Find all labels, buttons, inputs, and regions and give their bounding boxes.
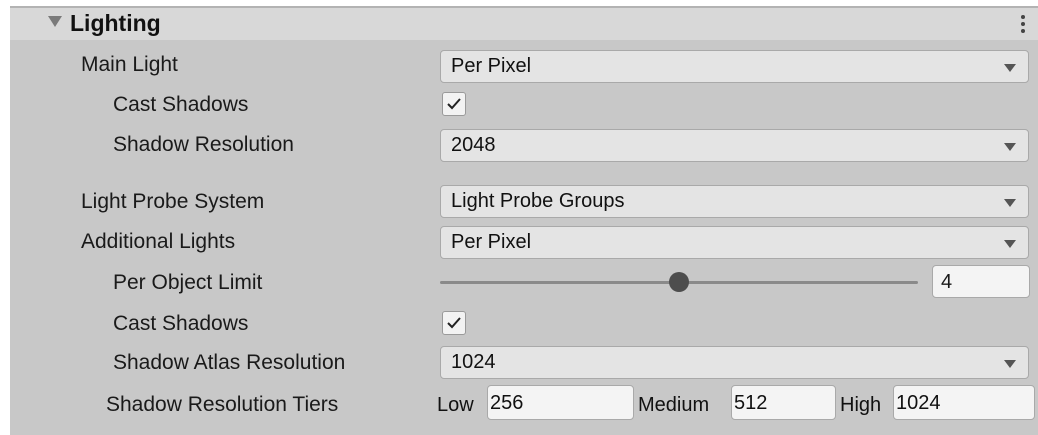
per-object-limit-field[interactable]: 4 xyxy=(932,265,1030,298)
checkmark-icon xyxy=(447,98,461,110)
tier-high-field[interactable]: 1024 xyxy=(893,385,1035,420)
per-object-limit-label: Per Object Limit xyxy=(113,271,263,294)
per-object-limit-slider-handle[interactable] xyxy=(669,272,689,292)
light-probe-system-dropdown[interactable]: Light Probe Groups xyxy=(440,185,1029,218)
dropdown-caret-icon xyxy=(1004,64,1016,72)
section-title: Lighting xyxy=(70,10,161,36)
main-light-label: Main Light xyxy=(81,53,178,76)
main-light-cast-shadows-label: Cast Shadows xyxy=(113,93,249,116)
additional-lights-dropdown[interactable]: Per Pixel xyxy=(440,226,1029,259)
main-light-dropdown[interactable]: Per Pixel xyxy=(440,50,1029,83)
shadow-resolution-tiers-label: Shadow Resolution Tiers xyxy=(106,393,339,416)
tier-low-label: Low xyxy=(437,394,474,416)
additional-lights-label: Additional Lights xyxy=(81,230,236,253)
tier-high-value: 1024 xyxy=(896,392,941,414)
lighting-foldout-header[interactable]: Lighting xyxy=(10,6,1038,40)
shadow-atlas-resolution-value: 1024 xyxy=(451,351,496,373)
dropdown-caret-icon xyxy=(1004,199,1016,207)
more-options-icon[interactable] xyxy=(1018,13,1028,37)
shadow-resolution-value: 2048 xyxy=(451,134,496,156)
tier-high-label: High xyxy=(840,394,882,416)
tier-medium-field[interactable]: 512 xyxy=(731,385,836,420)
additional-cast-shadows-label: Cast Shadows xyxy=(113,312,249,335)
lighting-panel: Lighting Main Light Per Pixel Cast Shado… xyxy=(0,0,1038,435)
tier-low-value: 256 xyxy=(490,392,524,414)
main-light-cast-shadows-checkbox[interactable] xyxy=(442,92,466,116)
shadow-atlas-resolution-label: Shadow Atlas Resolution xyxy=(113,351,346,374)
checkmark-icon xyxy=(447,317,461,329)
main-light-value: Per Pixel xyxy=(451,55,532,77)
tier-low-field[interactable]: 256 xyxy=(487,385,634,420)
tier-medium-label: Medium xyxy=(638,394,710,416)
additional-cast-shadows-checkbox[interactable] xyxy=(442,311,466,335)
shadow-atlas-resolution-dropdown[interactable]: 1024 xyxy=(440,346,1029,379)
light-probe-system-label: Light Probe System xyxy=(81,190,265,213)
per-object-limit-value: 4 xyxy=(941,271,953,293)
dropdown-caret-icon xyxy=(1004,360,1016,368)
dropdown-caret-icon xyxy=(1004,240,1016,248)
tier-medium-value: 512 xyxy=(734,392,768,414)
dropdown-caret-icon xyxy=(1004,143,1016,151)
foldout-arrow-icon[interactable] xyxy=(48,16,62,27)
light-probe-system-value: Light Probe Groups xyxy=(451,190,625,212)
additional-lights-value: Per Pixel xyxy=(451,231,532,253)
shadow-resolution-label: Shadow Resolution xyxy=(113,133,294,156)
shadow-resolution-dropdown[interactable]: 2048 xyxy=(440,129,1029,162)
